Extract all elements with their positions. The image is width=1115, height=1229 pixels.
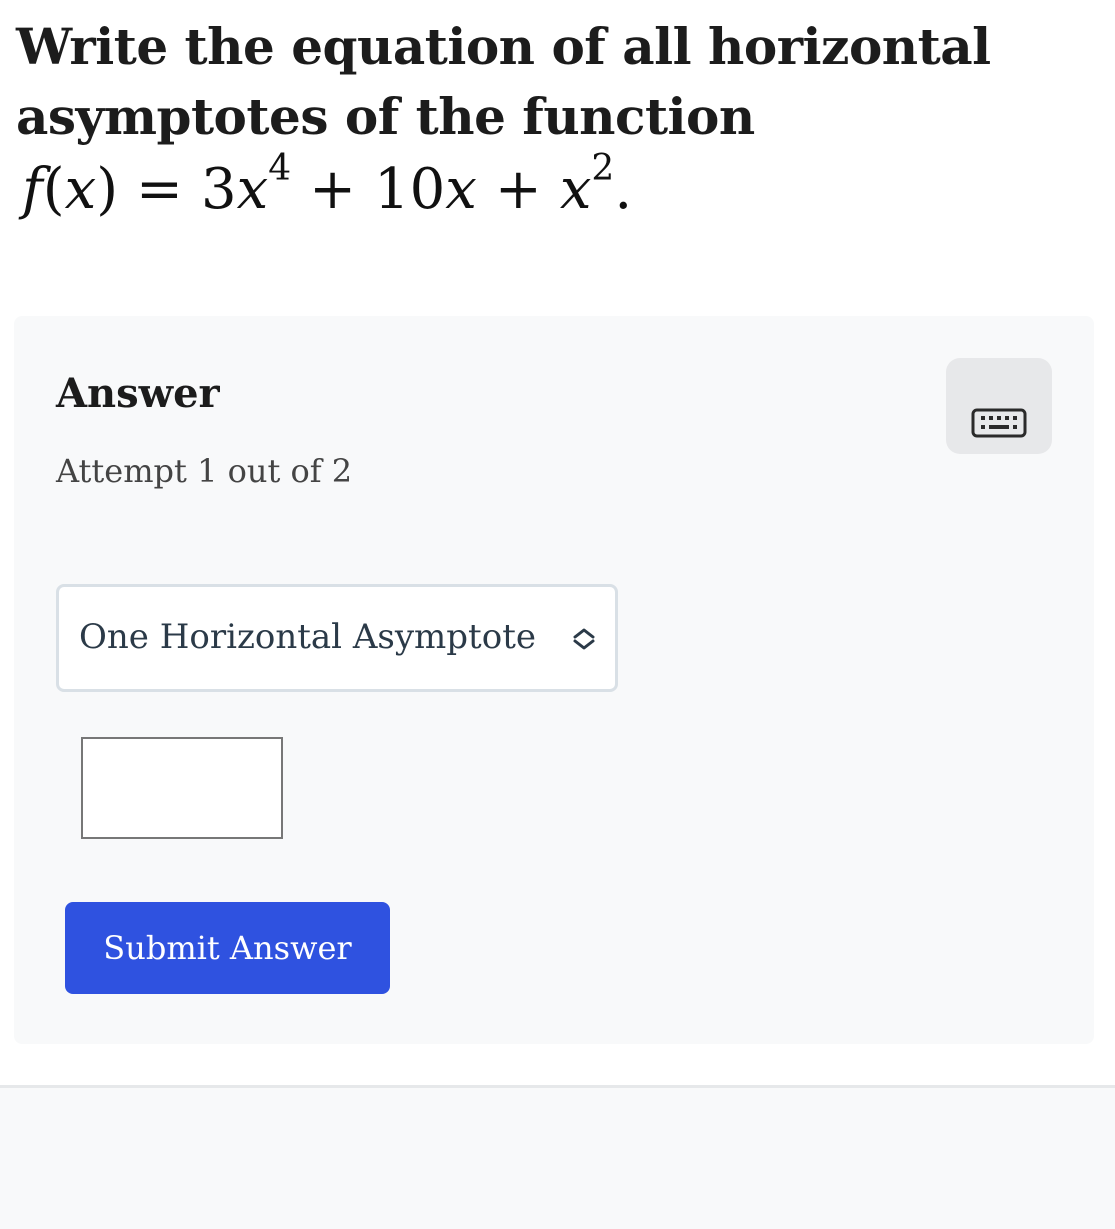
formula-equals: =	[136, 157, 183, 222]
formula-x: x	[64, 157, 97, 222]
question-line-1: Write the equation of all horizontal	[16, 17, 991, 76]
formula-close-paren: )	[96, 157, 119, 222]
formula-exponent-1: 4	[268, 148, 292, 189]
formula-x-2: x	[445, 157, 477, 222]
formula-period: .	[614, 157, 633, 222]
submit-answer-button[interactable]: Submit Answer	[65, 902, 390, 994]
chevron-up-down-icon	[573, 628, 595, 650]
formula-coef-1: 3	[200, 157, 237, 222]
asymptote-count-select[interactable]: One Horizontal Asymptote	[56, 584, 618, 692]
footer-area	[0, 1088, 1115, 1229]
attempt-counter: Attempt 1 out of 2	[56, 452, 353, 490]
answer-title: Answer	[56, 370, 220, 417]
formula-open-paren: (	[42, 157, 65, 222]
formula-x-3: x	[559, 157, 592, 222]
function-formula: f(x) = 3x4 +10x + x2.	[22, 150, 632, 230]
answer-panel: Answer Attempt 1 out of 2 One Horizontal…	[14, 316, 1094, 1044]
formula-coef-2: 10	[374, 157, 446, 222]
question-text: Write the equation of all horizontal asy…	[16, 12, 1096, 152]
keyboard-icon	[971, 408, 1027, 438]
formula-x-1: x	[236, 157, 269, 222]
keyboard-toggle-button[interactable]	[946, 358, 1052, 454]
asymptote-equation-input[interactable]	[81, 737, 283, 839]
formula-plus-1: +	[309, 157, 357, 222]
formula-exponent-2: 2	[591, 148, 615, 189]
question-line-2: asymptotes of the function	[16, 87, 755, 146]
select-selected-value: One Horizontal Asymptote	[79, 617, 536, 657]
formula-plus-2: +	[494, 157, 542, 222]
formula-f: f	[22, 157, 43, 222]
